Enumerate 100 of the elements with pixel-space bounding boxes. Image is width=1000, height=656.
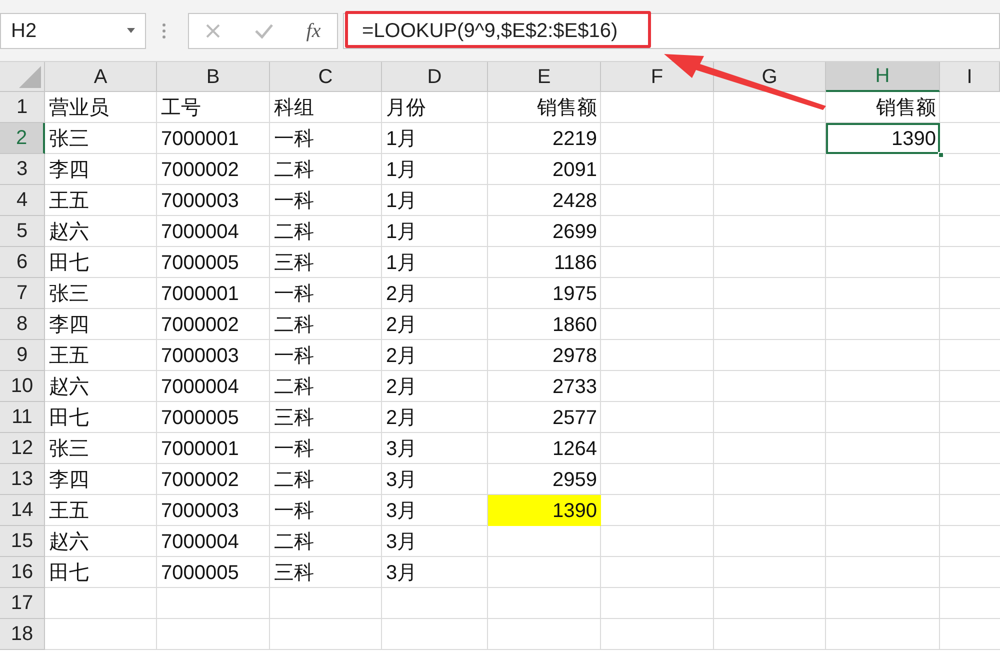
table-cell[interactable]: 赵六	[45, 216, 157, 247]
table-cell[interactable]: 2月	[382, 371, 488, 402]
table-cell[interactable]: 张三	[45, 123, 157, 154]
column-header[interactable]: D	[382, 62, 488, 92]
table-cell[interactable]: 三科	[270, 402, 382, 433]
table-cell[interactable]: 1390	[488, 495, 601, 526]
table-cell[interactable]: 2月	[382, 402, 488, 433]
column-header[interactable]: C	[270, 62, 382, 92]
table-cell[interactable]: 2733	[488, 371, 601, 402]
table-cell[interactable]: 7000001	[157, 278, 270, 309]
table-cell[interactable]: 王五	[45, 340, 157, 371]
table-cell[interactable]: 7000002	[157, 309, 270, 340]
table-cell[interactable]: 7000003	[157, 340, 270, 371]
name-box[interactable]: H2	[0, 12, 146, 48]
column-header[interactable]: H	[826, 62, 940, 92]
table-cell[interactable]: 7000004	[157, 371, 270, 402]
column-header[interactable]: A	[45, 62, 157, 92]
table-cell[interactable]: 赵六	[45, 371, 157, 402]
table-cell[interactable]: 1月	[382, 216, 488, 247]
table-cell[interactable]: 月份	[382, 92, 488, 123]
row-header[interactable]: 17	[0, 588, 45, 619]
row-header[interactable]: 11	[0, 402, 45, 433]
table-cell[interactable]: 7000005	[157, 402, 270, 433]
table-cell[interactable]: 7000005	[157, 247, 270, 278]
row-header[interactable]: 8	[0, 309, 45, 340]
table-cell[interactable]: 销售额	[488, 92, 601, 123]
row-header[interactable]: 14	[0, 495, 45, 526]
table-cell[interactable]: 三科	[270, 247, 382, 278]
select-all-button[interactable]	[0, 62, 45, 92]
table-cell[interactable]: 科组	[270, 92, 382, 123]
table-cell[interactable]: 一科	[270, 495, 382, 526]
table-cell[interactable]: 7000001	[157, 433, 270, 464]
column-header[interactable]: I	[940, 62, 1000, 92]
table-cell[interactable]: 一科	[270, 123, 382, 154]
table-cell[interactable]: 7000003	[157, 495, 270, 526]
table-cell[interactable]: 二科	[270, 216, 382, 247]
table-cell[interactable]: 一科	[270, 340, 382, 371]
table-cell[interactable]: 7000003	[157, 185, 270, 216]
table-cell[interactable]: 2428	[488, 185, 601, 216]
table-cell[interactable]: 二科	[270, 464, 382, 495]
table-cell[interactable]: 一科	[270, 185, 382, 216]
column-header[interactable]: B	[157, 62, 270, 92]
table-cell[interactable]: 2月	[382, 309, 488, 340]
table-cell[interactable]: 王五	[45, 185, 157, 216]
row-header[interactable]: 4	[0, 185, 45, 216]
table-cell[interactable]: 营业员	[45, 92, 157, 123]
row-header[interactable]: 2	[0, 123, 45, 154]
table-cell[interactable]: 1月	[382, 185, 488, 216]
row-header[interactable]: 18	[0, 619, 45, 650]
table-cell[interactable]: 李四	[45, 464, 157, 495]
row-header[interactable]: 15	[0, 526, 45, 557]
fill-handle[interactable]	[938, 152, 944, 158]
table-cell[interactable]: 7000002	[157, 154, 270, 185]
table-cell[interactable]: 工号	[157, 92, 270, 123]
more-options-icon[interactable]	[162, 22, 166, 40]
table-cell[interactable]: 2219	[488, 123, 601, 154]
cancel-icon[interactable]	[205, 22, 222, 38]
row-header[interactable]: 6	[0, 247, 45, 278]
table-cell[interactable]: 1月	[382, 123, 488, 154]
table-cell[interactable]: 3月	[382, 495, 488, 526]
table-cell[interactable]: 7000005	[157, 557, 270, 588]
table-cell[interactable]: 3月	[382, 557, 488, 588]
row-header[interactable]: 16	[0, 557, 45, 588]
table-cell[interactable]: 7000001	[157, 123, 270, 154]
check-icon[interactable]	[254, 22, 274, 38]
table-cell[interactable]: 赵六	[45, 526, 157, 557]
table-cell[interactable]: 7000004	[157, 526, 270, 557]
table-cell[interactable]: 田七	[45, 557, 157, 588]
table-cell[interactable]: 田七	[45, 402, 157, 433]
table-cell[interactable]: 张三	[45, 433, 157, 464]
table-cell[interactable]: 张三	[45, 278, 157, 309]
table-cell[interactable]: 1860	[488, 309, 601, 340]
table-cell[interactable]: 一科	[270, 433, 382, 464]
row-header[interactable]: 12	[0, 433, 45, 464]
table-cell[interactable]: 1264	[488, 433, 601, 464]
column-header[interactable]: F	[601, 62, 714, 92]
row-header[interactable]: 5	[0, 216, 45, 247]
row-header[interactable]: 9	[0, 340, 45, 371]
table-cell[interactable]: 李四	[45, 309, 157, 340]
table-cell[interactable]: 1390	[826, 123, 940, 154]
table-cell[interactable]: 二科	[270, 526, 382, 557]
table-cell[interactable]: 1975	[488, 278, 601, 309]
row-header[interactable]: 10	[0, 371, 45, 402]
row-header[interactable]: 7	[0, 278, 45, 309]
table-cell[interactable]: 7000002	[157, 464, 270, 495]
table-cell[interactable]: 1月	[382, 247, 488, 278]
table-cell[interactable]: 1186	[488, 247, 601, 278]
insert-function-button[interactable]: fx	[306, 16, 321, 46]
column-header[interactable]: E	[488, 62, 601, 92]
table-cell[interactable]: 一科	[270, 278, 382, 309]
table-cell[interactable]: 三科	[270, 557, 382, 588]
table-cell[interactable]: 销售额	[826, 92, 940, 123]
table-cell[interactable]: 7000004	[157, 216, 270, 247]
table-cell[interactable]: 2091	[488, 154, 601, 185]
table-cell[interactable]: 2月	[382, 340, 488, 371]
table-cell[interactable]: 2699	[488, 216, 601, 247]
table-cell[interactable]: 二科	[270, 371, 382, 402]
table-cell[interactable]: 3月	[382, 464, 488, 495]
table-cell[interactable]: 2978	[488, 340, 601, 371]
row-header[interactable]: 13	[0, 464, 45, 495]
